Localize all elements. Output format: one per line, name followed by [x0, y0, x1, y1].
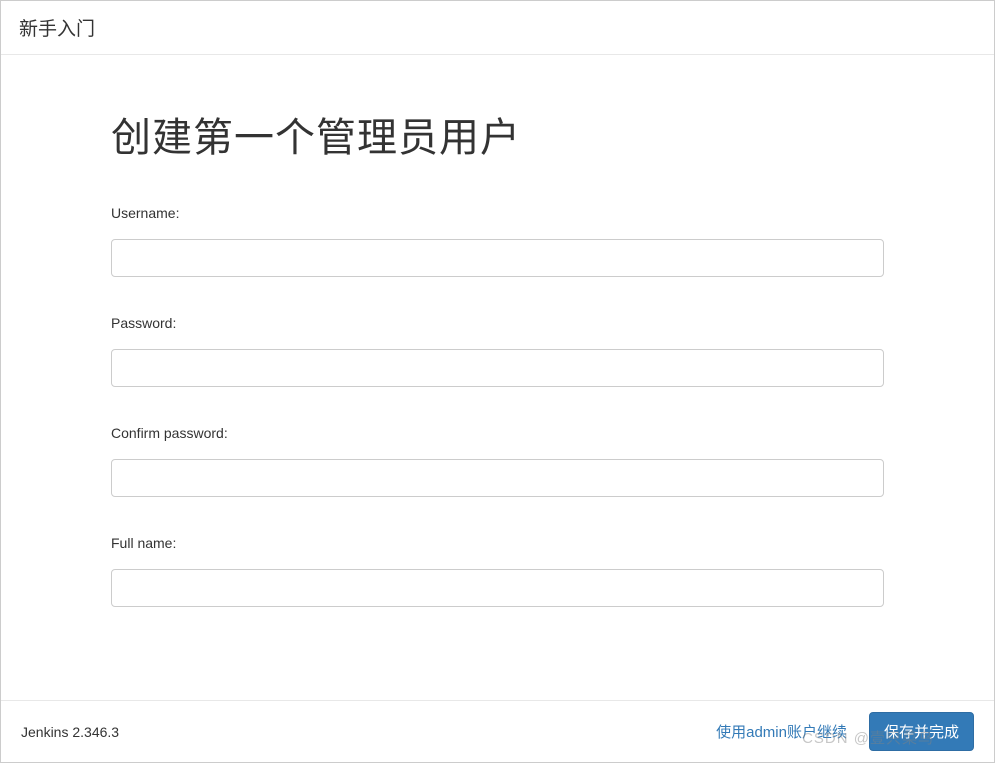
page-heading: 创建第一个管理员用户 — [111, 105, 884, 163]
password-label: Password: — [111, 315, 884, 331]
main-content: 创建第一个管理员用户 Username: Password: Confirm p… — [1, 55, 994, 607]
form-group-username: Username: — [111, 205, 884, 277]
form-group-full-name: Full name: — [111, 535, 884, 607]
full-name-input[interactable] — [111, 569, 884, 607]
username-label: Username: — [111, 205, 884, 221]
header-title: 新手入门 — [19, 14, 95, 41]
full-name-label: Full name: — [111, 535, 884, 551]
form-group-confirm-password: Confirm password: — [111, 425, 884, 497]
footer-actions: 使用admin账户继续 保存并完成 — [716, 712, 974, 751]
skip-admin-link[interactable]: 使用admin账户继续 — [716, 721, 847, 742]
save-and-finish-button[interactable]: 保存并完成 — [869, 712, 974, 751]
footer-version: Jenkins 2.346.3 — [21, 724, 119, 740]
form-group-password: Password: — [111, 315, 884, 387]
header-bar: 新手入门 — [1, 1, 994, 55]
confirm-password-input[interactable] — [111, 459, 884, 497]
confirm-password-label: Confirm password: — [111, 425, 884, 441]
footer-bar: Jenkins 2.346.3 使用admin账户继续 保存并完成 — [1, 700, 994, 762]
password-input[interactable] — [111, 349, 884, 387]
username-input[interactable] — [111, 239, 884, 277]
